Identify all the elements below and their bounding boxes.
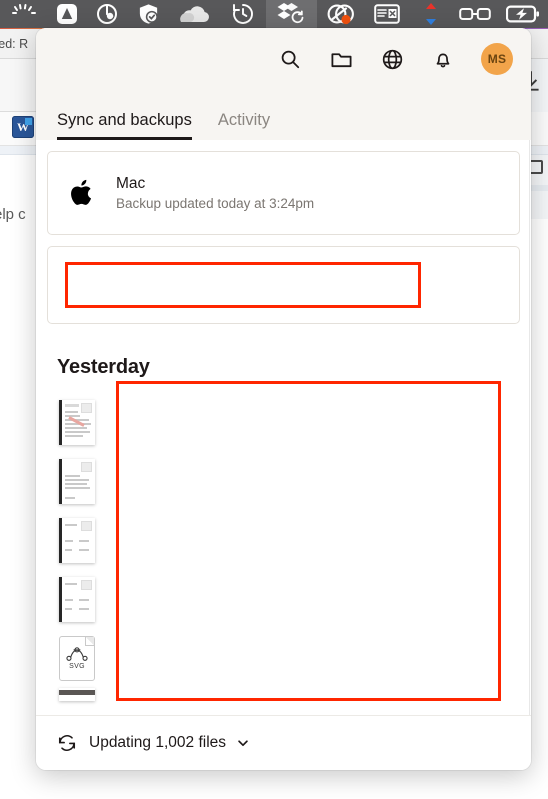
- popup-body: Mac Backup updated today at 3:24pm Yeste…: [36, 140, 531, 715]
- apple-logo-icon: [71, 179, 92, 205]
- folder-icon[interactable]: [328, 46, 354, 72]
- avatar-initials: MS: [487, 52, 507, 66]
- avatar[interactable]: MS: [481, 43, 513, 75]
- dropbox-sync-icon[interactable]: [265, 0, 317, 28]
- battery-charging-icon[interactable]: [499, 0, 548, 28]
- section-title-yesterday: Yesterday: [57, 356, 150, 378]
- document-thumbnail: [59, 577, 95, 622]
- device-card[interactable]: Mac Backup updated today at 3:24pm: [47, 151, 520, 235]
- security-shield-icon[interactable]: [127, 0, 169, 28]
- screen: ved: R W elp c: [0, 0, 548, 799]
- adobe-creative-cloud-icon[interactable]: [47, 0, 87, 28]
- device-name: Mac: [116, 175, 146, 192]
- sync-refresh-icon: [58, 735, 76, 751]
- popup-tabs: Sync and backups Activity: [36, 90, 531, 140]
- screen-sharing-icon[interactable]: [87, 0, 127, 28]
- tab-sync-and-backups[interactable]: Sync and backups: [57, 111, 192, 140]
- document-thumbnail: [59, 518, 95, 563]
- redacted-card[interactable]: [47, 246, 520, 324]
- sync-status-text: Updating 1,002 files: [89, 734, 227, 751]
- brightness-icon[interactable]: [0, 0, 47, 28]
- carbon-copy-cloner-icon[interactable]: [317, 0, 364, 28]
- device-backup-status: Backup updated today at 3:24pm: [116, 196, 315, 211]
- svg-file-label: SVG: [69, 663, 85, 670]
- background-title-text: ved: R: [0, 36, 29, 51]
- search-icon[interactable]: [277, 46, 303, 72]
- macos-menu-bar: [0, 0, 548, 28]
- word-document-icon[interactable]: W: [12, 116, 34, 138]
- window-manager-icon[interactable]: [364, 0, 410, 28]
- time-machine-icon[interactable]: [220, 0, 266, 28]
- document-thumbnail: [59, 400, 95, 445]
- document-thumbnail-partial: [59, 688, 95, 701]
- tab-activity[interactable]: Activity: [218, 111, 270, 140]
- stop-square-icon[interactable]: [529, 160, 543, 174]
- redaction-highlight-large: [116, 381, 501, 701]
- svg-file-thumbnail: SVG: [59, 636, 95, 681]
- scrollbar-track[interactable]: [529, 140, 530, 715]
- popup-header: MS: [36, 28, 531, 90]
- document-thumbnail: [59, 459, 95, 504]
- bell-icon[interactable]: [430, 46, 456, 72]
- globe-icon[interactable]: [379, 46, 405, 72]
- background-body-text: elp c: [0, 206, 26, 223]
- dropbox-popup: MS Sync and backups Activity Mac Backup …: [36, 28, 531, 770]
- chevron-down-icon[interactable]: [236, 736, 250, 750]
- file-list: SVG: [47, 379, 520, 706]
- redaction-highlight-small: [65, 262, 421, 308]
- night-shift-glasses-icon[interactable]: [452, 0, 499, 28]
- network-activity-icon[interactable]: [410, 0, 452, 28]
- onedrive-cloud-icon[interactable]: [169, 0, 220, 28]
- word-icon-fold: [25, 118, 32, 125]
- popup-footer[interactable]: Updating 1,002 files: [36, 715, 531, 770]
